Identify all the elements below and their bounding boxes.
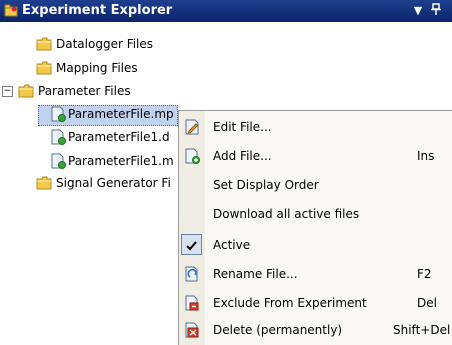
menu-item-label: Add File...: [213, 149, 272, 163]
tree-item-parameterfile-mp[interactable]: ParameterFile.mp: [50, 103, 180, 125]
menu-item-delete-permanently[interactable]: Delete (permanently) Shift+Del: [179, 316, 452, 345]
menu-item-rename-file[interactable]: Rename File... F2: [179, 260, 452, 289]
exclude-icon: [185, 295, 199, 311]
menu-item-shortcut: Shift+Del: [393, 323, 451, 337]
menu-item-shortcut: F2: [417, 267, 432, 281]
tree-item-label: ParameterFile.mp: [68, 107, 174, 121]
tree-item-label: Parameter Files: [38, 84, 131, 98]
menu-item-edit-file[interactable]: Edit File...: [179, 113, 452, 142]
add-file-icon: [185, 148, 200, 164]
folder-icon: [36, 176, 52, 190]
rename-file-icon: [185, 266, 198, 282]
folder-icon: [36, 37, 52, 51]
parameter-file-icon: [51, 129, 66, 145]
menu-item-label: Delete (permanently): [213, 323, 343, 337]
edit-file-icon: [185, 119, 199, 135]
tree-item-label: Mapping Files: [56, 61, 138, 75]
title-bar: Experiment Explorer ▼: [0, 0, 452, 22]
collapse-toggle[interactable]: −: [2, 86, 13, 97]
tree-item-mapping-files[interactable]: Mapping Files: [36, 57, 236, 79]
context-menu: Edit File... Add File... Ins Set Display…: [178, 110, 452, 345]
menu-item-label: Rename File...: [213, 267, 298, 281]
pin-icon[interactable]: [428, 3, 444, 19]
menu-item-add-file[interactable]: Add File... Ins: [179, 142, 452, 171]
experiment-explorer-panel: Experiment Explorer ▼ Datalogger Files M…: [0, 0, 452, 345]
tree-item-datalogger-files[interactable]: Datalogger Files: [36, 33, 236, 55]
menu-item-label: Exclude From Experiment: [213, 296, 367, 310]
parameter-file-icon: [51, 106, 66, 122]
menu-item-shortcut: Ins: [417, 149, 435, 163]
tree-item-label: Signal Generator Fi: [56, 176, 171, 190]
parameter-file-icon: [51, 153, 66, 169]
menu-item-shortcut: Del: [417, 296, 437, 310]
menu-item-label: Active: [213, 238, 251, 252]
tree-item-label: ParameterFile1.d: [68, 130, 170, 144]
tree-item-parameter-files[interactable]: Parameter Files: [18, 80, 218, 102]
panel-title: Experiment Explorer: [22, 3, 173, 18]
tree-item-signal-generator-files[interactable]: Signal Generator Fi: [36, 172, 176, 194]
menu-item-label: Edit File...: [213, 120, 272, 134]
menu-item-label: Set Display Order: [213, 178, 319, 192]
menu-item-label: Download all active files: [213, 207, 360, 221]
tree-item-parameterfile1-d[interactable]: ParameterFile1.d: [50, 126, 176, 148]
menu-item-download-all-active-files[interactable]: Download all active files: [179, 200, 452, 229]
tree-item-label: Datalogger Files: [56, 37, 154, 51]
folder-icon: [18, 84, 34, 98]
tree-item-label: ParameterFile1.m: [68, 154, 174, 168]
dropdown-arrow-icon[interactable]: ▼: [410, 3, 426, 19]
menu-item-exclude-from-experiment[interactable]: Exclude From Experiment Del: [179, 289, 452, 318]
explorer-icon: [4, 4, 18, 17]
tree-item-parameterfile1-m[interactable]: ParameterFile1.m: [50, 150, 176, 172]
delete-icon: [185, 322, 199, 338]
checkmark-icon: [186, 241, 197, 251]
menu-item-active[interactable]: Active: [179, 231, 452, 260]
folder-icon: [36, 61, 52, 75]
menu-item-set-display-order[interactable]: Set Display Order: [179, 171, 452, 200]
